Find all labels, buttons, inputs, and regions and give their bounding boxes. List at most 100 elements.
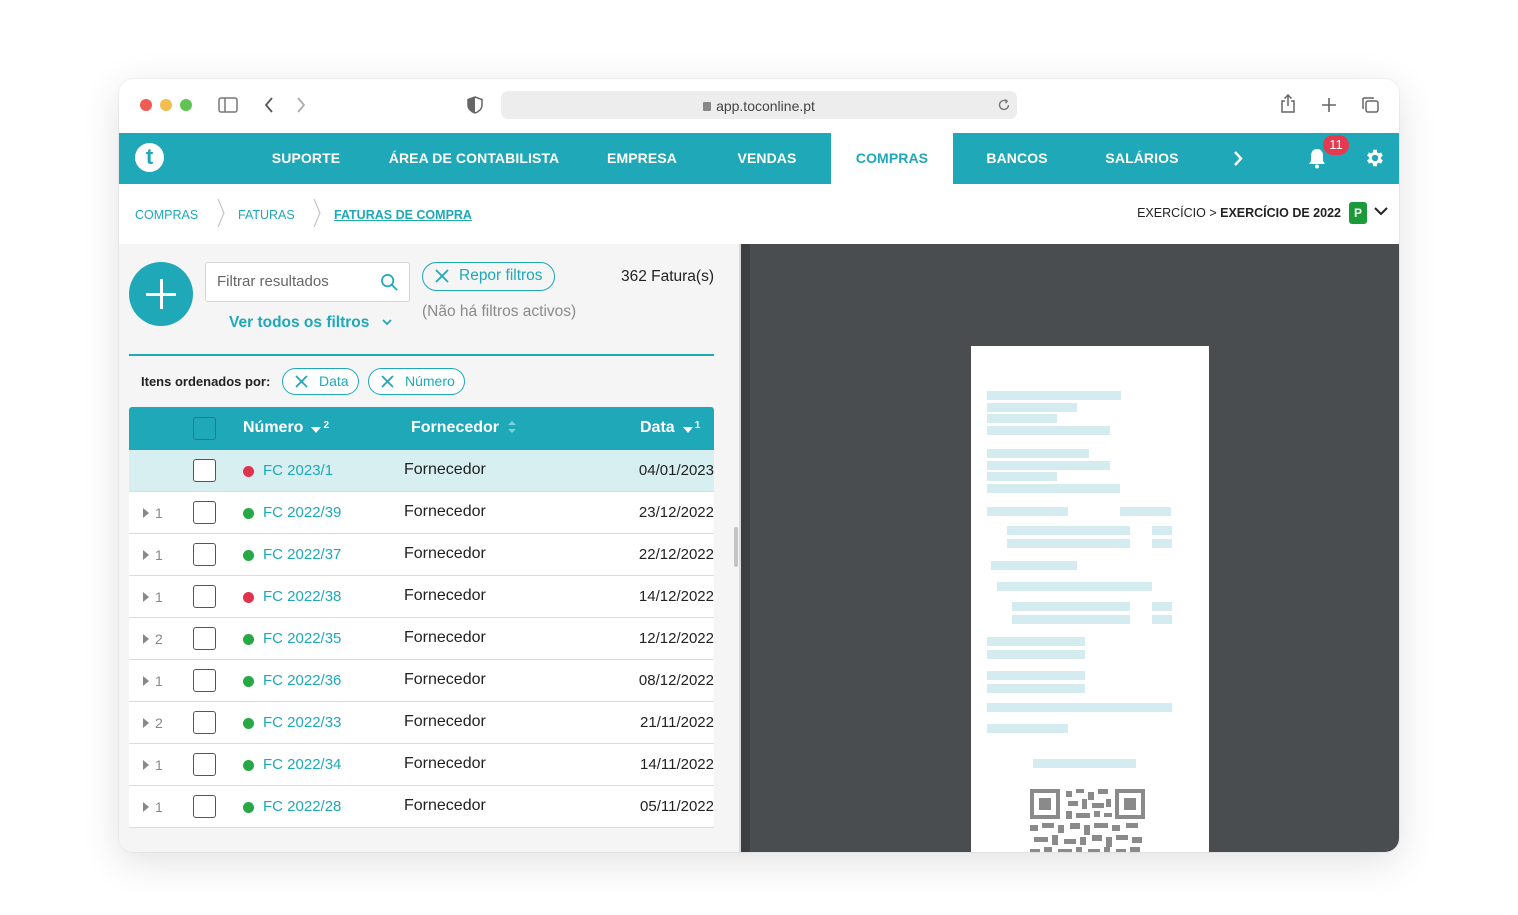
- breadcrumb-faturas-de-compra[interactable]: FATURAS DE COMPRA: [334, 208, 472, 222]
- supplier-name: Fornecedor: [404, 713, 486, 730]
- row-checkbox[interactable]: [193, 753, 216, 776]
- filters-divider: [129, 354, 714, 356]
- breadcrumb: COMPRAS FATURAS FATURAS DE COMPRA EXERCÍ…: [119, 184, 1399, 244]
- exercise-label: EXERCÍCIO >: [1137, 206, 1221, 220]
- remove-sort-icon[interactable]: [381, 374, 394, 388]
- invoice-number-link[interactable]: FC 2023/1: [263, 462, 333, 479]
- row-checkbox[interactable]: [193, 585, 216, 608]
- row-expand-toggle[interactable]: 1: [143, 673, 163, 689]
- row-expand-toggle[interactable]: 2: [143, 715, 163, 731]
- table-row[interactable]: 1 FC 2022/38 Fornecedor 14/12/2022: [129, 576, 714, 618]
- row-checkbox[interactable]: [193, 669, 216, 692]
- settings-gear-icon[interactable]: [1364, 147, 1386, 169]
- row-checkbox[interactable]: [193, 543, 216, 566]
- table-row[interactable]: 1 FC 2022/34 Fornecedor 14/11/2022: [129, 744, 714, 786]
- row-expand-toggle[interactable]: 1: [143, 589, 163, 605]
- nav-item-vendas[interactable]: VENDAS: [717, 133, 817, 184]
- nav-item-bancos[interactable]: BANCOS: [967, 133, 1067, 184]
- address-bar[interactable]: app.toconline.pt: [501, 91, 1017, 119]
- nav-item-salarios[interactable]: SALÁRIOS: [1092, 133, 1192, 184]
- document-text-line: [1152, 526, 1172, 535]
- nav-item-area-contabilista[interactable]: ÁREA DE CONTABILISTA: [384, 133, 564, 184]
- select-all-checkbox[interactable]: [193, 417, 216, 440]
- sort-chip-data[interactable]: Data: [282, 368, 359, 395]
- forward-icon[interactable]: [295, 96, 307, 114]
- invoice-date: 22/12/2022: [638, 546, 714, 563]
- nav-more-chevron-icon[interactable]: [1232, 150, 1244, 167]
- reload-icon[interactable]: [997, 98, 1011, 112]
- document-text-line: [987, 671, 1085, 680]
- document-text-line: [987, 472, 1057, 481]
- row-expand-toggle[interactable]: 1: [143, 799, 163, 815]
- document-text-line: [1007, 526, 1130, 535]
- table-row[interactable]: 1 FC 2022/39 Fornecedor 23/12/2022: [129, 492, 714, 534]
- url-text: app.toconline.pt: [716, 98, 815, 114]
- status-dot-icon: [243, 676, 254, 687]
- table-row[interactable]: FC 2023/1 Fornecedor 04/01/2023: [129, 450, 714, 492]
- chevron-down-icon[interactable]: [1373, 203, 1389, 219]
- row-expand-toggle[interactable]: 2: [143, 631, 163, 647]
- row-checkbox[interactable]: [193, 795, 216, 818]
- invoice-number-link[interactable]: FC 2022/33: [263, 714, 341, 731]
- row-expand-toggle[interactable]: 1: [143, 757, 163, 773]
- document-text-line: [1012, 602, 1130, 611]
- invoice-number-link[interactable]: FC 2022/39: [263, 504, 341, 521]
- exercise-value: EXERCÍCIO DE 2022: [1220, 206, 1341, 220]
- invoice-date: 14/11/2022: [640, 756, 714, 773]
- table-header: Número 2 Fornecedor Data 1: [129, 407, 714, 450]
- close-window-button[interactable]: [140, 99, 152, 111]
- search-field[interactable]: [205, 262, 410, 302]
- breadcrumb-compras[interactable]: COMPRAS: [135, 208, 198, 222]
- new-tab-icon[interactable]: [1321, 97, 1337, 113]
- row-expand-toggle[interactable]: 1: [143, 547, 163, 563]
- invoice-date: 23/12/2022: [638, 504, 714, 521]
- nav-item-compras[interactable]: COMPRAS: [831, 133, 953, 184]
- row-expand-toggle[interactable]: 1: [143, 505, 163, 521]
- minimize-window-button[interactable]: [160, 99, 172, 111]
- panel-resize-handle[interactable]: [734, 527, 738, 567]
- remove-sort-icon[interactable]: [295, 374, 308, 388]
- invoice-date: 05/11/2022: [640, 798, 714, 815]
- table-row[interactable]: 1 FC 2022/28 Fornecedor 05/11/2022: [129, 786, 714, 828]
- chevron-down-icon: [382, 319, 392, 326]
- table-row[interactable]: 2 FC 2022/35 Fornecedor 12/12/2022: [129, 618, 714, 660]
- document-text-line: [1033, 759, 1136, 768]
- see-all-filters-link[interactable]: Ver todos os filtros: [229, 314, 392, 332]
- search-icon[interactable]: [380, 273, 399, 292]
- document-text-line: [1120, 507, 1171, 516]
- column-header-numero[interactable]: Número 2: [243, 419, 329, 437]
- row-checkbox[interactable]: [193, 627, 216, 650]
- sort-chip-numero[interactable]: Número: [368, 368, 465, 395]
- invoice-number-link[interactable]: FC 2022/38: [263, 588, 341, 605]
- table-row[interactable]: 2 FC 2022/33 Fornecedor 21/11/2022: [129, 702, 714, 744]
- main-nav: t SUPORTE ÁREA DE CONTABILISTA EMPRESA V…: [119, 133, 1399, 184]
- invoice-number-link[interactable]: FC 2022/28: [263, 798, 341, 815]
- invoice-number-link[interactable]: FC 2022/37: [263, 546, 341, 563]
- column-header-data-label: Data: [640, 419, 675, 436]
- nav-item-empresa[interactable]: EMPRESA: [592, 133, 692, 184]
- share-icon[interactable]: [1280, 94, 1296, 114]
- breadcrumb-faturas[interactable]: FATURAS: [238, 208, 295, 222]
- column-header-data[interactable]: Data 1: [640, 419, 700, 437]
- table-row[interactable]: 1 FC 2022/37 Fornecedor 22/12/2022: [129, 534, 714, 576]
- reset-filters-button[interactable]: Repor filtros: [422, 262, 555, 291]
- column-header-fornecedor[interactable]: Fornecedor: [411, 419, 517, 437]
- table-row[interactable]: 1 FC 2022/36 Fornecedor 08/12/2022: [129, 660, 714, 702]
- invoice-number-link[interactable]: FC 2022/34: [263, 756, 341, 773]
- nav-item-suporte[interactable]: SUPORTE: [256, 133, 356, 184]
- sidebar-toggle-icon[interactable]: [218, 97, 238, 113]
- invoice-number-link[interactable]: FC 2022/36: [263, 672, 341, 689]
- exercise-selector[interactable]: EXERCÍCIO > EXERCÍCIO DE 2022: [1137, 206, 1341, 220]
- privacy-shield-icon[interactable]: [467, 96, 483, 114]
- add-invoice-button[interactable]: [129, 262, 193, 326]
- status-dot-icon: [243, 718, 254, 729]
- search-input[interactable]: [217, 273, 377, 290]
- row-checkbox[interactable]: [193, 711, 216, 734]
- row-checkbox[interactable]: [193, 459, 216, 482]
- row-checkbox[interactable]: [193, 501, 216, 524]
- back-icon[interactable]: [263, 96, 275, 114]
- tab-overview-icon[interactable]: [1361, 96, 1380, 114]
- toconline-logo[interactable]: t: [135, 143, 164, 172]
- maximize-window-button[interactable]: [180, 99, 192, 111]
- invoice-number-link[interactable]: FC 2022/35: [263, 630, 341, 647]
